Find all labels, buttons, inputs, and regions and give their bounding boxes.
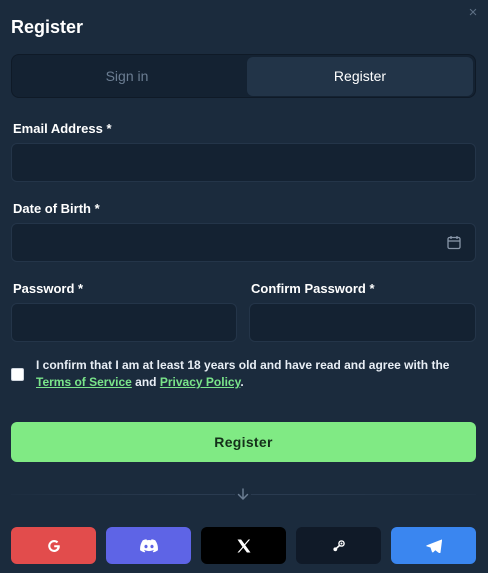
x-login-button[interactable] (201, 527, 286, 564)
steam-login-button[interactable] (296, 527, 381, 564)
tab-sign-in[interactable]: Sign in (14, 57, 240, 96)
password-field-wrapper (11, 303, 237, 342)
discord-icon (139, 538, 158, 552)
steam-icon (332, 539, 345, 551)
email-field[interactable] (12, 144, 475, 181)
consent-text: I confirm that I am at least 18 years ol… (36, 357, 476, 391)
dob-label: Date of Birth * (13, 201, 100, 216)
password-field[interactable] (12, 304, 236, 341)
telegram-login-button[interactable] (391, 527, 476, 564)
register-button[interactable]: Register (11, 422, 476, 462)
dob-field[interactable] (12, 224, 475, 261)
calendar-icon[interactable] (447, 235, 461, 250)
google-login-button[interactable] (11, 527, 96, 564)
modal-title: Register (11, 17, 84, 37)
confirm-password-field[interactable] (250, 304, 475, 341)
close-icon[interactable]: × (466, 5, 480, 20)
register-modal: Register × Sign in Register Email Addres… (0, 0, 488, 573)
consent-and: and (135, 375, 157, 389)
confirm-password-field-wrapper (249, 303, 476, 342)
dob-field-wrapper (11, 223, 476, 262)
auth-tabs: Sign in Register (11, 54, 476, 98)
privacy-policy-link[interactable]: Privacy Policy (160, 375, 241, 389)
consent-checkbox[interactable] (11, 368, 24, 381)
x-icon (237, 539, 250, 552)
consent-period: . (240, 375, 244, 389)
email-label: Email Address * (13, 121, 112, 136)
telegram-icon (425, 538, 442, 553)
consent-text-main: I confirm that I am at least 18 years ol… (36, 358, 450, 372)
tab-register[interactable]: Register (247, 57, 473, 96)
discord-login-button[interactable] (106, 527, 191, 564)
google-icon (47, 539, 60, 552)
arrow-down-icon (235, 486, 251, 502)
terms-of-service-link[interactable]: Terms of Service (36, 375, 132, 389)
password-label: Password * (13, 281, 84, 296)
confirm-password-label: Confirm Password * (251, 281, 375, 296)
social-login-row (11, 527, 476, 564)
email-field-wrapper (11, 143, 476, 182)
